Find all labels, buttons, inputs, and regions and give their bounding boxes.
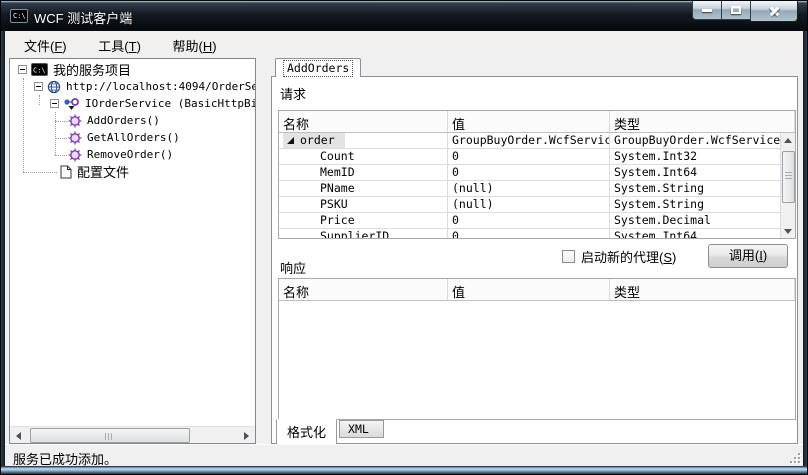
service-endpoint-icon: [63, 96, 80, 111]
response-grid-header: 名称 值 类型: [279, 279, 795, 301]
tree-connector: [39, 95, 40, 105]
window-title: WCF 测试客户端: [34, 11, 133, 26]
scroll-down-button[interactable]: [780, 224, 795, 238]
document-icon: [60, 165, 72, 179]
addorders-tab-page: 请求 名称 值 类型 order GroupBuyOrder.WcfServic…: [271, 76, 798, 445]
arrow-right-icon: [244, 431, 249, 440]
tree-item-removeorder[interactable]: RemoveOrder(): [68, 146, 173, 163]
scrollbar-thumb[interactable]: [30, 428, 190, 443]
view-mode-tabs: 格式化 XML: [276, 419, 384, 445]
menu-help[interactable]: 帮助(H): [160, 31, 230, 59]
start-new-proxy-option: 启动新的代理(S): [562, 247, 676, 266]
column-header-type[interactable]: 类型: [610, 111, 795, 132]
method-icon: [68, 148, 82, 162]
close-button[interactable]: [751, 1, 798, 22]
expanded-triangle-icon[interactable]: [287, 137, 294, 144]
minimize-icon: [702, 8, 712, 12]
column-header-name[interactable]: 名称: [279, 111, 448, 132]
console-icon: C:\: [31, 63, 48, 76]
collapse-icon[interactable]: [18, 65, 27, 74]
menu-tools[interactable]: 工具(T): [85, 31, 154, 59]
close-icon: [769, 6, 780, 17]
thumb-grip: [785, 172, 792, 181]
menu-bar: 文件(F) 工具(T) 帮助(H): [5, 31, 803, 58]
console-app-icon: C:\: [10, 9, 28, 23]
request-grid[interactable]: 名称 值 类型 order GroupBuyOrder.WcfService.M…: [278, 110, 796, 239]
request-grid-vertical-scrollbar[interactable]: [780, 133, 795, 238]
thumb-grip: [105, 433, 114, 440]
status-bar: 服务已成功添加。: [5, 444, 803, 467]
tree-connector: [55, 155, 67, 156]
service-tree: C:\ 我的服务项目 http://localhost:4094/OrderSe…: [10, 59, 255, 426]
tree-connector: [55, 121, 67, 122]
svg-text:C:\: C:\: [33, 67, 46, 75]
request-section-label: 请求: [280, 87, 307, 102]
arrow-left-icon: [16, 431, 21, 440]
tree-item-my-service-project[interactable]: C:\ 我的服务项目: [18, 61, 131, 78]
client-area: 文件(F) 工具(T) 帮助(H) C:\ 我的服务项目 http://loca…: [5, 31, 803, 467]
minimize-button[interactable]: [692, 1, 722, 20]
tab-xml[interactable]: XML: [339, 420, 384, 438]
window-controls: [692, 1, 798, 22]
table-row-order[interactable]: order GroupBuyOrder.WcfService.Mo GroupB…: [279, 133, 795, 149]
tree-connector: [23, 78, 24, 172]
table-row-pname[interactable]: PName (null) System.String: [279, 181, 795, 197]
tree-connector: [55, 112, 56, 155]
table-row-count[interactable]: Count 0 System.Int32: [279, 149, 795, 165]
wcf-test-client-window: C:\ WCF 测试客户端 文件(F) 工具(T) 帮助(H) C:\ 我的服务…: [0, 0, 808, 475]
column-header-value[interactable]: 值: [448, 111, 610, 132]
status-message: 服务已成功添加。: [13, 452, 118, 467]
collapse-icon[interactable]: [50, 99, 59, 108]
service-tree-panel: C:\ 我的服务项目 http://localhost:4094/OrderSe…: [9, 58, 256, 444]
tree-item-config-file[interactable]: 配置文件: [60, 163, 129, 180]
tree-connector: [55, 138, 67, 139]
table-row-memid[interactable]: MemID 0 System.Int64: [279, 165, 795, 181]
maximize-button[interactable]: [722, 1, 751, 20]
order-node-chip: order: [283, 133, 345, 148]
title-bar[interactable]: C:\ WCF 测试客户端: [1, 1, 807, 31]
tree-connector: [23, 172, 57, 173]
scroll-up-button[interactable]: [780, 133, 795, 147]
column-header-type[interactable]: 类型: [610, 279, 795, 300]
arrow-up-icon: [783, 137, 792, 143]
menu-file[interactable]: 文件(F): [11, 31, 80, 59]
tab-addorders[interactable]: AddOrders: [275, 58, 362, 77]
maximize-icon: [731, 6, 741, 14]
start-new-proxy-label[interactable]: 启动新的代理(S): [581, 247, 676, 266]
arrow-down-icon: [783, 228, 792, 234]
tree-horizontal-scrollbar[interactable]: [10, 426, 255, 443]
tree-item-endpoint[interactable]: http://localhost:4094/OrderServic: [34, 78, 255, 95]
scroll-right-button[interactable]: [238, 427, 255, 443]
scroll-left-button[interactable]: [10, 427, 27, 443]
resize-grip[interactable]: [788, 451, 800, 463]
response-section-label: 响应: [280, 261, 307, 276]
tree-item-addorders[interactable]: AddOrders(): [68, 112, 160, 129]
window-frame-bottom: [1, 466, 807, 474]
table-row-price[interactable]: Price 0 System.Decimal: [279, 213, 795, 229]
tree-item-getallorders[interactable]: GetAllOrders(): [68, 129, 180, 146]
globe-icon: [47, 80, 61, 94]
window-frame-right: [803, 31, 807, 466]
method-icon: [68, 114, 82, 128]
collapse-icon[interactable]: [34, 82, 43, 91]
scrollbar-thumb[interactable]: [782, 151, 795, 203]
request-grid-header: 名称 值 类型: [279, 111, 795, 133]
column-header-value[interactable]: 值: [448, 279, 610, 300]
tab-formatted[interactable]: 格式化: [276, 419, 338, 445]
table-row-psku[interactable]: PSKU (null) System.String: [279, 197, 795, 213]
start-new-proxy-checkbox[interactable]: [562, 250, 575, 263]
invoke-button[interactable]: 调用(I): [708, 244, 788, 268]
tree-item-iorderservice[interactable]: IOrderService (BasicHttpBindin: [50, 95, 255, 112]
operation-panel: AddOrders 请求 名称 值 类型 order GroupBuyOrder…: [271, 58, 798, 445]
method-icon: [68, 131, 82, 145]
table-row-supplierid[interactable]: SupplierID 0 System.Int64: [279, 229, 795, 238]
response-grid[interactable]: 名称 值 类型: [278, 278, 796, 420]
column-header-name[interactable]: 名称: [279, 279, 448, 300]
